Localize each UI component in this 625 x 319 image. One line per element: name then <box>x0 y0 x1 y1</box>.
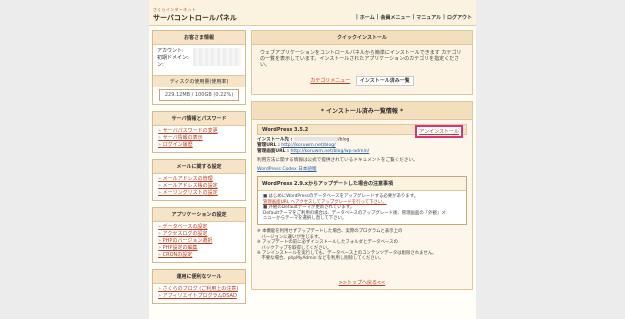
admin-url-link[interactable]: http://koruwm.net/blog/wp-admin/ <box>290 149 369 154</box>
nav-sep: | <box>412 14 415 20</box>
sidebar-item-php-version[interactable]: PHPのバージョン選択 <box>158 238 240 245</box>
quick-install-body: ウェブアプリケーションをコントロールパネルから簡単にインストールできます カテゴ… <box>251 45 473 95</box>
install-details: インストール先 : /blog 管理URL : http://koruwm.ne… <box>257 137 467 154</box>
quick-install-tabs: カテゴリメニュー インストール済み一覧 <box>252 76 472 86</box>
account-box-title: お客さま情報 <box>153 31 245 45</box>
nav-sep: | <box>443 14 445 20</box>
screenshot-frame: さくらインターネット サーバコントロールパネル | ホーム | 会員メニュー |… <box>0 0 625 319</box>
installed-app-row: WordPress 3.5.2 アンインストール <box>257 124 467 138</box>
nav-sep: | <box>355 14 358 20</box>
usage-notes: ※ 本機能を利用せずアップデートした場合、実際のプログラムと表示上の バージョン… <box>257 229 467 261</box>
sidebar: お客さま情報 アカウント: 初期ドメイン: ン: ディスクの使用量(使用率) 2… <box>152 30 246 310</box>
sidebar-item-mailing-list[interactable]: メーリングリストの設定 <box>158 190 240 197</box>
app-menu-title: アプリケーションの設定 <box>153 208 245 222</box>
tab-category-menu[interactable]: カテゴリメニュー <box>310 78 350 84</box>
mail-menu-box: メールに関する設定 メールアドレスの管理 メールアドレス帳の設定 メーリングリス… <box>152 159 246 201</box>
disk-usage-title: ディスクの使用量(使用率) <box>153 75 245 87</box>
site-url-label: 管理URL : <box>257 143 280 149</box>
tab-installed-list[interactable]: インストール済み一覧 <box>355 76 414 86</box>
sidebar-item-php-settings[interactable]: PHP設定の編集 <box>158 245 240 252</box>
nav-member-menu-link[interactable]: 会員メニュー <box>380 14 410 21</box>
util-menu-box: 運用に便利なツール さくらのブログ (ご利用上の注意) アフィリエイトプログラム… <box>152 269 246 304</box>
upgrade-notice-title: WordPress 2.9.xからアップデートした場合の注意事項 <box>258 177 466 192</box>
nav-sep: | <box>376 14 379 20</box>
quick-install-desc: ウェブアプリケーションをコントロールパネルから簡単にインストールできます カテゴ… <box>260 50 462 68</box>
sidebar-item-server-password[interactable]: サーバパスワードの変更 <box>158 128 240 135</box>
upgrade-notice-body: ■ はじめにWordPressのデータベースをアップグレードする必要があります。… <box>258 191 466 224</box>
uninstall-button[interactable]: アンインストール <box>415 125 463 138</box>
nav-home-link[interactable]: ホーム <box>360 14 375 21</box>
installed-list-title: * インストール済み一覧情報 * <box>251 101 473 120</box>
sidebar-item-mail-address[interactable]: メールアドレスの管理 <box>158 176 240 183</box>
site-url-link[interactable]: http://koruwm.net/blog/ <box>281 143 335 148</box>
sidebar-item-login-history[interactable]: ログイン履歴 <box>158 142 240 149</box>
app-menu-box: アプリケーションの設定 データベースの設定 アクセスログの設定 PHPのバージョ… <box>152 207 246 263</box>
sidebar-item-cron[interactable]: CRONの設定 <box>158 252 240 259</box>
usage-note: 不要な場合、phpMyAdmin などを利用し削除してください。 <box>257 256 384 262</box>
redacted-account-values <box>193 48 241 66</box>
sidebar-item-server-info[interactable]: サーバ情報の表示 <box>158 135 240 142</box>
account-box: お客さま情報 アカウント: 初期ドメイン: ン: ディスクの使用量(使用率) 2… <box>152 30 246 105</box>
mail-menu-title: メールに関する設定 <box>153 160 245 174</box>
sidebar-item-database[interactable]: データベースの設定 <box>158 224 240 231</box>
nav-manual-link[interactable]: マニュアル <box>416 14 441 21</box>
upgrade-notice: WordPress 2.9.xからアップデートした場合の注意事項 ■ はじめにW… <box>257 176 467 226</box>
account-info: アカウント: 初期ドメイン: ン: <box>153 45 245 75</box>
main-content: クイックインストール ウェブアプリケーションをコントロールパネルから簡単にインス… <box>251 30 473 290</box>
server-menu-box: サーバ情報とパスワード サーバパスワードの変更 サーバ情報の表示 ログイン履歴 <box>152 111 246 153</box>
page-header: さくらインターネット サーバコントロールパネル | ホーム | 会員メニュー |… <box>149 0 476 26</box>
util-menu-title: 運用に便利なツール <box>153 270 245 284</box>
redacted-path <box>293 137 338 141</box>
install-path-suffix: /blog <box>337 137 350 143</box>
server-menu-title: サーバ情報とパスワード <box>153 112 245 126</box>
sidebar-item-affiliate[interactable]: アフィリエイトプログラムDSAD <box>158 293 240 300</box>
control-panel-page: さくらインターネット サーバコントロールパネル | ホーム | 会員メニュー |… <box>149 0 476 319</box>
nav-logout-link[interactable]: ログアウト <box>447 14 472 21</box>
doc-note: 利用方法に関する情報は公式で提供されているドキュメントをご覧ください。 <box>257 158 418 164</box>
installed-list-body: WordPress 3.5.2 アンインストール インストール先 : /blog… <box>251 120 473 290</box>
brand-title: サーバコントロールパネル <box>153 14 237 22</box>
sidebar-item-blog[interactable]: さくらのブログ (ご利用上の注意) <box>158 286 240 293</box>
notice-line: ニューからテーマを選択し直して下さい。 <box>263 215 347 221</box>
sidebar-item-access-log[interactable]: アクセスログの設定 <box>158 231 240 238</box>
installed-app-name: WordPress 3.5.2 <box>262 127 309 133</box>
sidebar-item-address-book[interactable]: メールアドレス帳の設定 <box>158 183 240 190</box>
quick-install-title: クイックインストール <box>251 30 473 45</box>
codex-link[interactable]: WordPress Codex 日本語版 <box>257 166 467 172</box>
install-path-label: インストール先 : <box>257 137 293 143</box>
admin-url-label: 管理画面URL : <box>257 148 290 154</box>
disk-usage-value: 229.12MB / 100GB (0.22%) <box>159 89 239 101</box>
back-to-top-link[interactable]: >>トップへ戻る<< <box>252 279 472 286</box>
top-nav: | ホーム | 会員メニュー | マニュアル | ログアウト <box>356 14 472 21</box>
